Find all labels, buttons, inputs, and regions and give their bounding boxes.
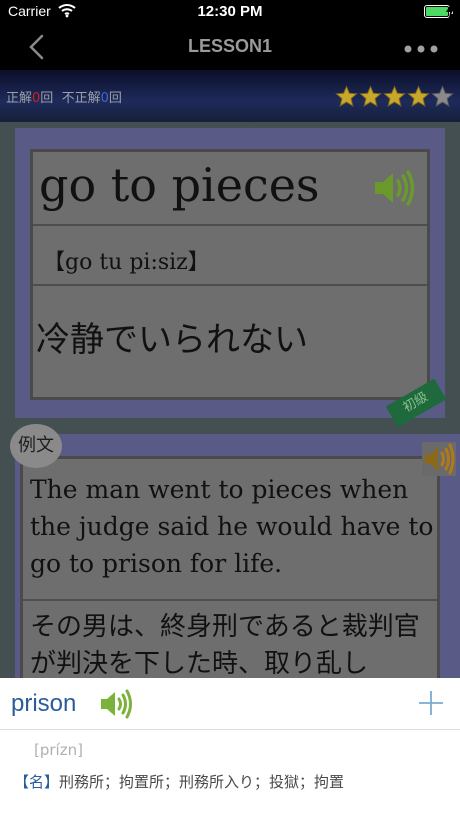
incorrect-suffix: 回 <box>108 91 122 106</box>
star-icon[interactable] <box>335 85 358 108</box>
divider <box>23 599 437 601</box>
star-rating[interactable] <box>335 85 454 108</box>
correct-suffix: 回 <box>40 91 54 106</box>
word-card-inner: go to pieces 【go tu pi:siz】 冷静でいられない <box>30 149 430 400</box>
lookup-term: prison <box>11 690 77 717</box>
add-icon[interactable] <box>418 690 444 716</box>
star-icon[interactable] <box>383 85 406 108</box>
meaning: 冷静でいられない <box>36 320 308 360</box>
incorrect-label: 不正解 <box>61 91 101 106</box>
clock: 12:30 PM <box>197 3 263 20</box>
incorrect-count: 0 <box>100 91 109 106</box>
lookup-phonetic: [prízn] <box>34 741 83 759</box>
word-card: go to pieces 【go tu pi:siz】 冷静でいられない <box>15 128 445 418</box>
pronunciation-row: 【go tu pi:siz】 <box>33 228 427 286</box>
navigation-bar: LESSON1 <box>0 24 460 70</box>
lookup-panel: prison [prízn] 【名】刑務所；拘置所；刑務所入り；投獄；拘置 <box>0 678 460 818</box>
speaker-icon[interactable] <box>373 170 417 206</box>
example-label: 例文 <box>10 424 62 468</box>
more-dots-icon[interactable] <box>404 45 438 53</box>
page-title: LESSON1 <box>187 36 273 56</box>
lookup-speaker-icon[interactable] <box>100 689 134 719</box>
lookup-definition: 刑務所；拘置所；刑務所入り；投獄；拘置 <box>59 773 345 791</box>
example-sentence: The man went to pieces when the judge sa… <box>30 475 434 578</box>
example-card-inner: The man went to pieces when the judge sa… <box>20 456 440 696</box>
vocab-word: go to pieces <box>39 158 320 212</box>
lookup-header: prison <box>0 678 460 730</box>
star-icon[interactable] <box>431 85 454 108</box>
answer-stats: 正解0回 不正解0回 <box>6 87 122 106</box>
example-translation: その男は、終身刑であると裁判官が判決を下した時、取り乱し <box>30 612 420 679</box>
part-of-speech: 【名】 <box>14 773 60 791</box>
star-icon[interactable] <box>359 85 382 108</box>
pronunciation: 【go tu pi:siz】 <box>43 250 210 275</box>
charging-icon <box>446 4 454 18</box>
correct-label: 正解 <box>6 91 33 106</box>
status-bar: Carrier 12:30 PM <box>0 0 460 24</box>
star-icon[interactable] <box>407 85 430 108</box>
word-row: go to pieces <box>33 152 427 226</box>
lookup-definition-line: 【名】刑務所；拘置所；刑務所入り；投獄；拘置 <box>14 771 344 792</box>
example-speaker-icon[interactable] <box>422 442 456 476</box>
stats-bar: 正解0回 不正解0回 <box>0 70 460 122</box>
example-card: The man went to pieces when the judge sa… <box>15 434 460 696</box>
